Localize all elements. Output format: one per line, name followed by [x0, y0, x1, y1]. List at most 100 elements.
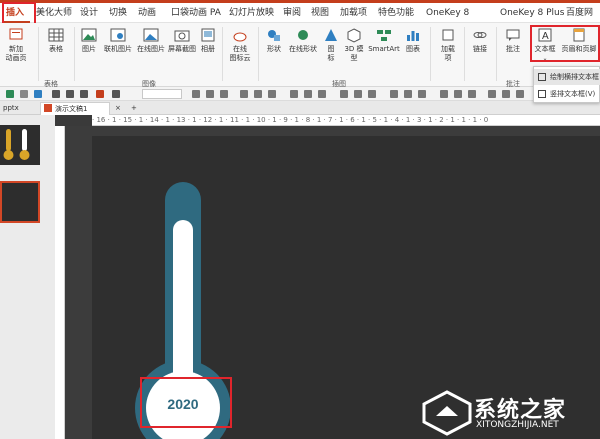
format-icon[interactable]: [20, 90, 28, 98]
menu-item-vertical-label: 竖排文本框(V): [550, 90, 596, 98]
tab-view[interactable]: 视图: [311, 6, 329, 22]
format-icon[interactable]: [440, 90, 448, 98]
menu-item-horizontal-textbox[interactable]: 绘制横排文本框: [534, 69, 600, 85]
powerpoint-window: 插入 美化大师 设计 切换 动画 口袋动画 PA 幻灯片放映 审阅 视图 加载项…: [0, 0, 600, 439]
format-icon[interactable]: [6, 90, 14, 98]
format-icon[interactable]: [112, 90, 120, 98]
thermometer-thumbnail: [3, 129, 30, 160]
format-icon[interactable]: [468, 90, 476, 98]
album-label: 相册: [201, 45, 215, 53]
screenshot-button[interactable]: 屏幕截图: [167, 27, 197, 54]
model3d-button[interactable]: 3D 模 型: [342, 27, 366, 63]
online-shapes-label: 在线形状: [289, 45, 317, 53]
shapes-icon: [268, 30, 280, 41]
vertical-ruler: [55, 126, 65, 439]
format-icon[interactable]: [418, 90, 426, 98]
format-icon[interactable]: [502, 90, 510, 98]
online-picture2-icon: [143, 28, 159, 42]
format-icon[interactable]: [192, 90, 200, 98]
format-icon[interactable]: [516, 90, 524, 98]
online-icons-button[interactable]: 在线 图标云: [226, 27, 254, 63]
smartart-button[interactable]: SmartArt: [367, 27, 401, 54]
chart-button[interactable]: 图表: [402, 27, 424, 54]
ppt-file-icon: [44, 104, 52, 112]
ribbon-tab-bar: 插入 美化大师 设计 切换 动画 口袋动画 PA 幻灯片放映 审阅 视图 加载项…: [0, 3, 600, 23]
tab-beautify[interactable]: 美化大师: [36, 6, 72, 22]
menu-item-horizontal-label: 绘制横排文本框: [550, 73, 599, 81]
icons-button[interactable]: 图 标: [321, 27, 341, 63]
online-shapes-button[interactable]: 在线形状: [287, 27, 319, 54]
screenshot-label: 屏幕截图: [168, 45, 196, 53]
separator: [38, 27, 39, 81]
format-icon[interactable]: [368, 90, 376, 98]
separator: [464, 27, 465, 81]
format-icon[interactable]: [290, 90, 298, 98]
format-icon[interactable]: [220, 90, 228, 98]
album-button[interactable]: 相册: [198, 27, 218, 54]
tab-slideshow[interactable]: 幻灯片放映: [229, 6, 274, 22]
online-picture2-button[interactable]: 在线图片: [135, 27, 167, 54]
picture-button[interactable]: 图片: [78, 27, 100, 54]
format-toolbar: [0, 87, 600, 101]
horizontal-ruler: · 16 · 1 · 15 · 1 · 14 · 1 · 13 · 1 · 12…: [92, 115, 600, 126]
format-icon[interactable]: [254, 90, 262, 98]
format-icon[interactable]: [268, 90, 276, 98]
online-picture-button[interactable]: 联机图片: [102, 27, 134, 54]
comment-icon: [506, 29, 520, 41]
format-icon[interactable]: [96, 90, 104, 98]
tab-review[interactable]: 审阅: [283, 6, 301, 22]
format-icon[interactable]: [340, 90, 348, 98]
separator: [222, 27, 223, 81]
format-icon[interactable]: [80, 90, 88, 98]
online-picture-icon: [110, 28, 126, 42]
comment-button[interactable]: 批注: [500, 27, 526, 54]
tab-addins[interactable]: 加载项: [340, 6, 367, 22]
tab-special[interactable]: 特色功能: [378, 6, 414, 22]
tab-baidu[interactable]: 百度网: [566, 6, 593, 22]
close-icon[interactable]: ×: [112, 102, 121, 115]
document-tab-bar: pptx 演示文稿1 × +: [0, 101, 600, 115]
online-icons-label: 在线 图标云: [229, 45, 251, 62]
menu-item-vertical-textbox[interactable]: 竖排文本框(V): [534, 86, 600, 102]
link-button[interactable]: 链接: [468, 27, 492, 54]
format-icon[interactable]: [390, 90, 398, 98]
table-label: 表格: [49, 45, 63, 53]
comment-label: 批注: [506, 45, 520, 53]
add-tab-button[interactable]: +: [128, 102, 138, 115]
tab-design[interactable]: 设计: [80, 6, 98, 22]
doc-tab-presentation1[interactable]: 演示文稿1: [40, 102, 110, 115]
watermark: 系统之家 XITONGZHIJIA.NET: [420, 388, 600, 438]
slide-thumbnail-1[interactable]: [0, 125, 40, 165]
format-icon[interactable]: [354, 90, 362, 98]
font-size-box[interactable]: [142, 89, 182, 99]
format-icon[interactable]: [52, 90, 60, 98]
slide-thumbnail-panel: [0, 115, 55, 439]
new-slide-label: 新加 动画页: [5, 45, 27, 62]
format-icon[interactable]: [240, 90, 248, 98]
format-icon[interactable]: [34, 90, 42, 98]
table-button[interactable]: 表格: [44, 27, 68, 54]
shapes-button[interactable]: 形状: [262, 27, 286, 54]
format-icon[interactable]: [318, 90, 326, 98]
format-icon[interactable]: [454, 90, 462, 98]
separator: [74, 27, 75, 81]
picture-label: 图片: [82, 45, 96, 53]
addins-label: 加载 项: [441, 45, 455, 62]
tab-transitions[interactable]: 切换: [109, 6, 127, 22]
format-icon[interactable]: [66, 90, 74, 98]
format-icon[interactable]: [488, 90, 496, 98]
tab-onekey8[interactable]: OneKey 8: [426, 6, 469, 22]
tab-animations[interactable]: 动画: [138, 6, 156, 22]
screenshot-icon: [174, 30, 190, 42]
format-icon[interactable]: [404, 90, 412, 98]
doc-tab-pptx[interactable]: pptx: [0, 102, 30, 115]
new-slide-button[interactable]: 新加 动画页: [2, 27, 30, 63]
model3d-label: 3D 模 型: [344, 45, 364, 62]
album-icon: [201, 28, 215, 42]
tab-pocket-animation[interactable]: 口袋动画 PA: [171, 6, 221, 22]
tab-onekey8plus[interactable]: OneKey 8 Plus: [500, 6, 564, 22]
format-icon[interactable]: [304, 90, 312, 98]
slide-thumbnail-2[interactable]: [0, 181, 40, 223]
addins-button[interactable]: 加载 项: [434, 27, 462, 63]
format-icon[interactable]: [206, 90, 214, 98]
